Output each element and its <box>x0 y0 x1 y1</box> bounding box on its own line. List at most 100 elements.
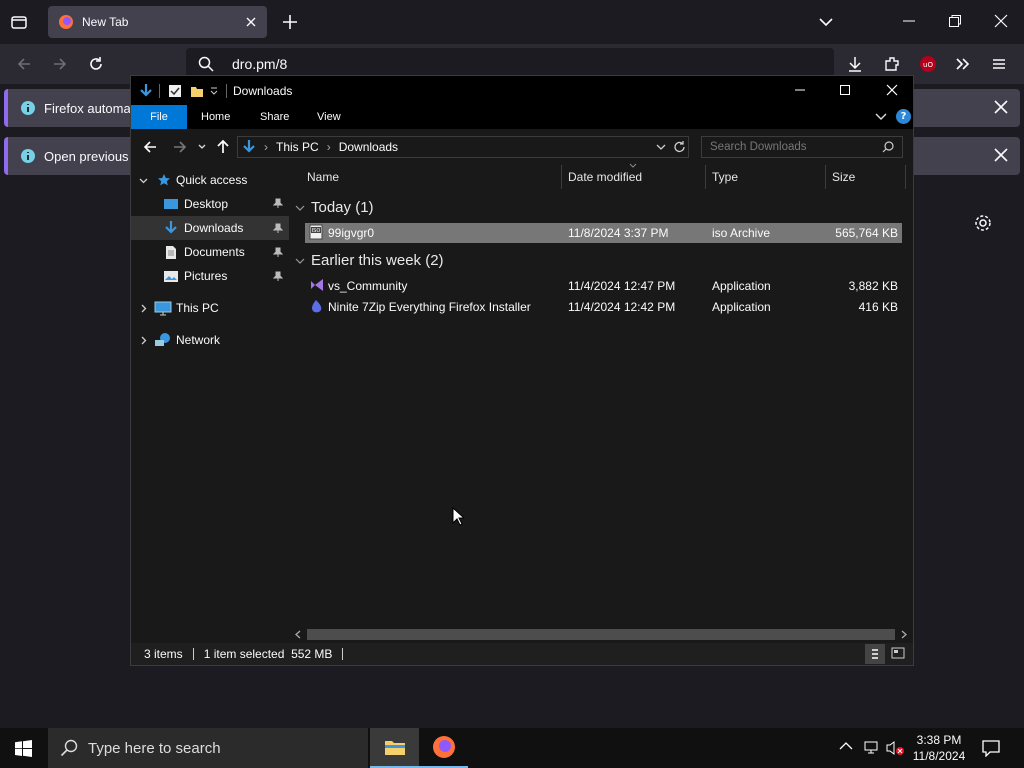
menu-icon[interactable] <box>991 56 1007 72</box>
details-view-icon[interactable] <box>865 644 885 664</box>
tab-view[interactable]: View <box>303 105 355 129</box>
horizontal-scrollbar[interactable] <box>289 626 913 643</box>
downloads-arrow-icon[interactable] <box>139 83 153 99</box>
forward-arrow-icon[interactable] <box>173 140 187 154</box>
pin-icon[interactable] <box>273 223 283 233</box>
group-header-today[interactable]: Today (1) <box>295 199 374 216</box>
taskbar-file-explorer[interactable] <box>370 728 419 768</box>
close-notification-icon[interactable] <box>994 148 1008 162</box>
forward-icon[interactable] <box>52 56 68 72</box>
breadcrumb-this-pc[interactable]: This PC <box>276 140 319 154</box>
nav-label: Downloads <box>184 221 244 235</box>
column-divider[interactable] <box>825 165 826 189</box>
downloads-location-icon <box>242 139 256 155</box>
tab-home[interactable]: Home <box>187 105 244 129</box>
nav-desktop[interactable]: Desktop <box>131 192 289 216</box>
collapse-chevron-icon[interactable] <box>295 257 305 265</box>
column-divider[interactable] <box>905 165 906 189</box>
collapse-chevron-icon[interactable] <box>295 204 305 212</box>
column-size[interactable]: Size <box>832 165 855 189</box>
minimize-icon[interactable] <box>794 84 806 96</box>
divider <box>342 648 344 660</box>
refresh-icon[interactable] <box>673 140 686 154</box>
show-hidden-icons-chevron-icon[interactable] <box>839 741 853 751</box>
downloads-icon <box>164 220 178 236</box>
divider <box>226 83 227 98</box>
close-notification-icon[interactable] <box>994 100 1008 114</box>
file-date: 11/4/2024 12:47 PM <box>568 279 676 293</box>
pin-icon[interactable] <box>273 247 283 257</box>
network-status-icon[interactable] <box>862 740 880 756</box>
expand-chevron-icon[interactable] <box>139 336 148 345</box>
column-divider[interactable] <box>561 165 562 189</box>
new-tab-icon[interactable] <box>282 14 298 30</box>
nav-network[interactable]: Network <box>131 328 289 352</box>
settings-gear-icon[interactable] <box>974 214 992 232</box>
expand-ribbon-chevron-icon[interactable] <box>875 112 887 122</box>
file-row[interactable]: vs_Community 11/4/2024 12:47 PM Applicat… <box>305 276 902 296</box>
maximize-icon[interactable] <box>839 84 851 96</box>
taskbar-clock[interactable]: 3:38 PM 11/8/2024 <box>908 732 970 764</box>
file-size: 565,764 KB <box>835 226 898 240</box>
column-date-modified[interactable]: Date modified <box>568 165 642 189</box>
recent-locations-chevron-icon[interactable] <box>198 143 206 151</box>
downloads-icon[interactable] <box>846 55 864 73</box>
volume-muted-icon[interactable] <box>885 740 905 756</box>
tab-overflow-chevron-icon[interactable] <box>818 14 834 30</box>
reload-icon[interactable] <box>88 56 104 72</box>
nav-quick-access[interactable]: Quick access <box>131 168 289 192</box>
group-header-earlier-this-week[interactable]: Earlier this week (2) <box>295 252 444 269</box>
help-icon[interactable]: ? <box>896 109 911 124</box>
scroll-right-icon[interactable] <box>901 630 908 639</box>
divider <box>192 648 194 660</box>
close-window-icon[interactable] <box>994 14 1008 28</box>
large-icons-view-icon[interactable] <box>891 647 905 659</box>
search-downloads-input[interactable]: Search Downloads <box>701 136 903 158</box>
taskbar-firefox[interactable] <box>419 728 468 768</box>
windows-taskbar: Type here to search 3:38 PM 11/8/2024 <box>0 728 1024 768</box>
column-type[interactable]: Type <box>712 165 738 189</box>
more-tools-icon[interactable] <box>955 56 971 72</box>
nav-documents[interactable]: Documents <box>131 240 289 264</box>
back-icon[interactable] <box>16 56 32 72</box>
firefox-icon <box>58 14 74 30</box>
svg-text:uO: uO <box>923 61 933 69</box>
ublock-origin-icon[interactable]: uO <box>919 55 937 73</box>
tab-file[interactable]: File <box>131 105 187 129</box>
expand-chevron-icon[interactable] <box>139 304 148 313</box>
close-tab-icon[interactable] <box>245 16 257 28</box>
breadcrumb-downloads[interactable]: Downloads <box>339 140 398 154</box>
column-name[interactable]: Name <box>307 165 339 189</box>
minimize-icon[interactable] <box>902 14 916 28</box>
file-row[interactable]: Ninite 7Zip Everything Firefox Installer… <box>305 297 902 317</box>
pin-icon[interactable] <box>273 271 283 281</box>
tab-share[interactable]: Share <box>246 105 303 129</box>
new-folder-icon[interactable] <box>190 84 204 98</box>
pin-icon[interactable] <box>273 198 283 208</box>
windows-start-icon[interactable] <box>15 740 32 757</box>
properties-checkbox-icon[interactable] <box>168 84 182 98</box>
group-label: Today (1) <box>311 199 374 216</box>
nav-this-pc[interactable]: This PC <box>131 296 289 320</box>
nav-downloads[interactable]: Downloads <box>131 216 289 240</box>
scroll-left-icon[interactable] <box>294 630 301 639</box>
browser-tab-new-tab[interactable]: New Tab <box>48 6 267 38</box>
expand-chevron-icon[interactable] <box>139 176 148 185</box>
address-bar[interactable]: › This PC › Downloads <box>237 136 689 158</box>
tab-list-icon[interactable] <box>10 13 28 31</box>
back-arrow-icon[interactable] <box>143 140 157 154</box>
up-arrow-icon[interactable] <box>216 139 230 154</box>
address-history-chevron-icon[interactable] <box>656 143 666 151</box>
extensions-icon[interactable] <box>883 55 901 73</box>
quick-access-dropdown-icon[interactable] <box>210 86 218 96</box>
scrollbar-thumb[interactable] <box>307 629 895 640</box>
column-divider[interactable] <box>705 165 706 189</box>
file-name: 99igvgr0 <box>328 226 375 240</box>
file-row-selected[interactable]: ISO 99igvgr0 11/8/2024 3:37 PM iso Archi… <box>305 223 902 243</box>
action-center-icon[interactable] <box>982 739 1000 757</box>
nav-label: Documents <box>184 245 245 259</box>
taskbar-search-box[interactable]: Type here to search <box>48 728 368 768</box>
close-icon[interactable] <box>886 84 898 96</box>
restore-icon[interactable] <box>948 14 962 28</box>
nav-pictures[interactable]: Pictures <box>131 264 289 288</box>
